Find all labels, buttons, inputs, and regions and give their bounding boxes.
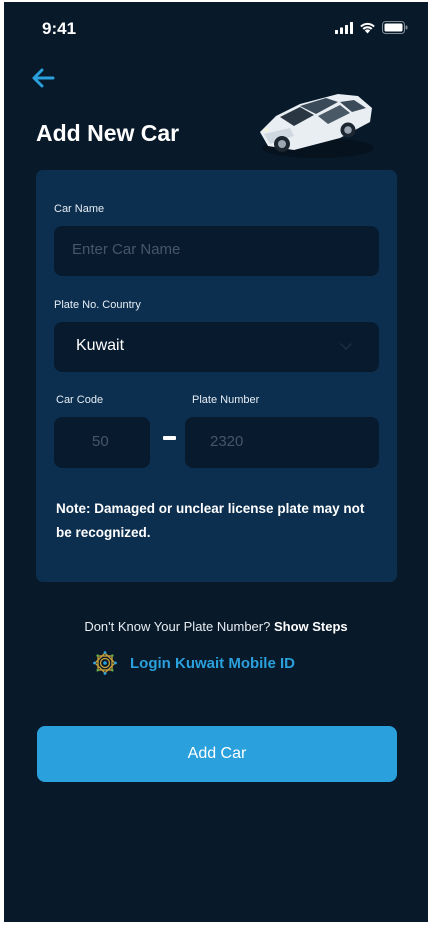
plate-country-label: Plate No. Country [54, 299, 141, 311]
plate-separator [163, 436, 176, 440]
plate-country-select[interactable]: Kuwait [54, 322, 379, 372]
arrow-left-icon [32, 68, 55, 88]
plate-country-value: Kuwait [76, 337, 125, 354]
page-title: Add New Car [36, 120, 180, 146]
back-button[interactable] [28, 64, 58, 92]
status-time: 9:41 [42, 19, 77, 38]
car-code-label: Car Code [56, 394, 104, 406]
wifi-icon [360, 22, 375, 34]
plate-help-prompt: Don't Know Your Plate Number? [84, 619, 271, 634]
kuwait-mobile-id-label: Login Kuwait Mobile ID [130, 654, 295, 672]
car-name-input[interactable]: Enter Car Name [54, 226, 379, 276]
add-car-screen: 9:41 Add New Car Car Name Enter Car Name… [4, 2, 428, 922]
chevron-down-icon [340, 343, 352, 351]
car-code-placeholder: 50 [92, 433, 109, 450]
plate-note: Note: Damaged or unclear license plate m… [56, 501, 365, 540]
car-illustration [260, 94, 374, 158]
show-steps-link[interactable]: Show Steps [274, 619, 348, 634]
kuwait-mobile-id-login[interactable]: Login Kuwait Mobile ID [92, 650, 295, 676]
plate-number-input[interactable]: 2320 [185, 417, 379, 468]
signal-icon [335, 21, 353, 34]
add-car-button[interactable]: Add Car [37, 726, 397, 782]
plate-help-text: Don't Know Your Plate Number? Show Steps [4, 619, 428, 634]
car-name-placeholder: Enter Car Name [72, 241, 181, 258]
car-code-input[interactable]: 50 [54, 417, 150, 468]
battery-icon [382, 21, 408, 34]
plate-number-placeholder: 2320 [210, 433, 244, 450]
plate-number-label: Plate Number [192, 394, 260, 406]
car-form-card: Car Name Enter Car Name Plate No. Countr… [36, 170, 397, 582]
kuwait-mobile-id-icon [93, 651, 117, 675]
car-name-label: Car Name [54, 203, 105, 215]
status-bar: 9:41 [4, 2, 428, 52]
status-icons [335, 21, 408, 34]
